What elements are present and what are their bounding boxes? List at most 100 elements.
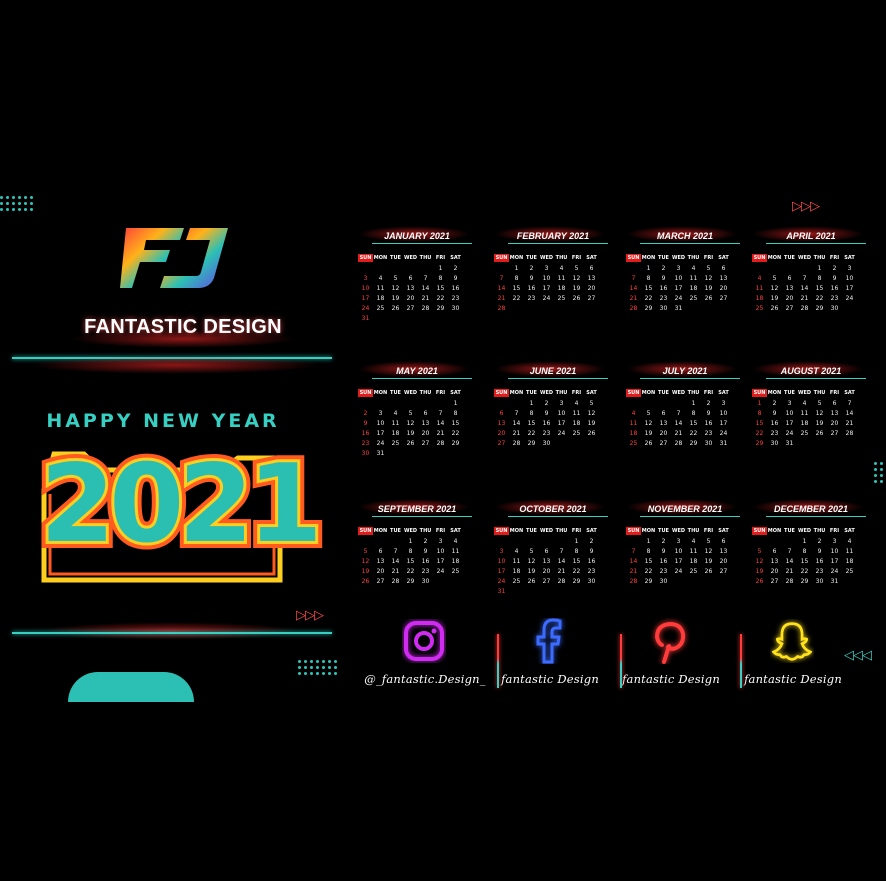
day-cell: 13 [406,285,415,292]
facebook-icon[interactable] [527,618,571,664]
weekday-label: THU [555,528,568,534]
instagram-icon[interactable] [402,618,446,664]
social-item-instagram[interactable]: @_fantastic.Design_ [362,618,486,688]
dot [322,660,325,663]
day-blank [782,264,797,274]
weekday-label: TUE [526,390,537,396]
day-cell: 25 [512,578,521,585]
weekday-label: SAT [718,255,729,261]
day-cell: 11 [512,558,521,565]
month-6: JUNE 2021 SUN MON TUE WED THU FRI SAT 1 2 3 4 5 6 7 8 9 1… [494,361,612,449]
day-cell: 13 [770,558,779,565]
day-cell: 12 [704,275,713,282]
day-cell: 26 [704,295,713,302]
weekday-label: WED [539,255,554,261]
day-cell: 31 [361,315,370,322]
day-blank [403,264,418,274]
day-cell: 5 [817,400,822,407]
pinterest-icon[interactable] [648,618,692,664]
dot [874,468,877,471]
weekday-label: FRI [571,528,582,534]
day-cell: 29 [689,440,698,447]
weekday-label: SAT [844,255,855,261]
day-cell: 21 [785,568,794,575]
social-handle[interactable]: fantastic Design [485,672,615,686]
dot [12,202,15,205]
social-handle[interactable]: fantastic Design [728,672,858,686]
day-cell: 2 [453,265,458,272]
day-cell: 27 [406,305,415,312]
day-cell: 23 [527,295,536,302]
month-7: JULY 2021 SUN MON TUE WED THU FRI SAT 1 2 3 4 5 6 7 8 9 1… [626,361,744,449]
day-cell: 3 [363,275,368,282]
day-blank [752,264,767,274]
month-8: AUGUST 2021 SUN MON TUE WED THU FRI SAT 1 2 3 4 5 6 7 8… [752,361,870,449]
dot [12,208,15,211]
weekday-label: WED [539,390,554,396]
weekday-label: FRI [703,528,714,534]
day-cell: 11 [451,548,460,555]
day-cell: 9 [706,410,711,417]
day-blank [358,264,373,274]
weekday-label: SUN [752,389,767,397]
day-cell: 31 [785,440,794,447]
weekday-label: SUN [626,254,641,262]
social-item-snapchat[interactable]: fantastic Design [730,618,850,688]
month-underline [766,243,866,244]
day-cell: 28 [674,440,683,447]
day-cell: 27 [587,295,596,302]
day-cell: 26 [572,295,581,302]
day-cell: 24 [674,568,683,575]
day-cell: 7 [847,400,852,407]
social-handle[interactable]: @_fantastic.Design_ [360,672,490,686]
day-blank [373,264,388,274]
dot [316,660,319,663]
day-cell: 17 [497,568,506,575]
day-cell: 10 [557,410,566,417]
day-cell: 31 [830,578,839,585]
day-blank [782,537,797,547]
day-cell: 20 [542,568,551,575]
day-cell: 21 [629,568,638,575]
day-cell: 19 [361,568,370,575]
social-item-facebook[interactable]: fantastic Design [487,618,607,688]
weekday-label: TUE [658,390,669,396]
weekday-label: MON [767,528,782,534]
day-cell: 26 [770,305,779,312]
social-item-pinterest[interactable]: fantastic Design [608,618,728,688]
fd-logo-icon [120,226,230,290]
dot [30,196,33,199]
month-title: NOVEMBER 2021 [647,504,723,514]
day-cell: 1 [757,400,762,407]
weekday-header: SUN MON TUE WED THU FRI SAT [358,527,476,535]
day-blank [494,399,509,409]
day-cell: 9 [661,548,666,555]
weekday-label: MON [767,255,782,261]
day-cell: 23 [421,568,430,575]
dot [18,196,21,199]
day-cell: 22 [527,430,536,437]
dot [334,660,337,663]
day-cell: 3 [832,538,837,545]
day-cell: 10 [542,275,551,282]
weekday-label: MON [373,390,388,396]
day-cell: 12 [704,548,713,555]
day-cell: 17 [830,558,839,565]
day-blank [373,399,388,409]
weekday-label: MON [641,528,656,534]
day-cell: 12 [644,420,653,427]
weekday-header: SUN MON TUE WED THU FRI SAT [626,389,744,397]
day-cell: 4 [393,410,398,417]
weekday-label: SAT [718,528,729,534]
social-handle[interactable]: fantastic Design [606,672,736,686]
day-cell: 10 [497,558,506,565]
day-blank [418,399,433,409]
day-cell: 5 [772,275,777,282]
dot [328,672,331,675]
dot [880,462,883,465]
day-cell: 9 [832,275,837,282]
snapchat-icon[interactable] [770,618,814,664]
dot [24,208,27,211]
day-cell: 17 [674,558,683,565]
day-cell: 4 [631,410,636,417]
